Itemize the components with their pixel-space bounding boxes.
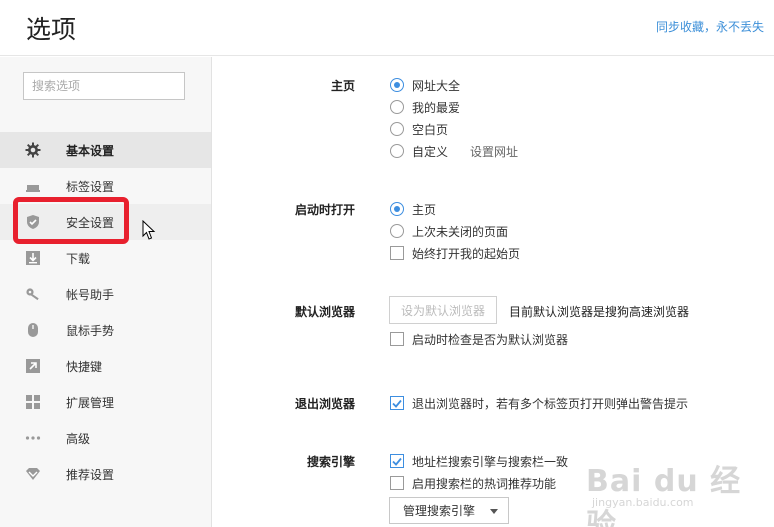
- tab-icon: [25, 178, 41, 194]
- radio-button[interactable]: [390, 122, 404, 136]
- heart-icon: [25, 466, 41, 482]
- sidebar-item-label: 帐号助手: [66, 288, 115, 302]
- sidebar-item-basic-settings[interactable]: 基本设置: [0, 132, 211, 168]
- more-dots-icon: [25, 430, 41, 446]
- checkbox[interactable]: [390, 476, 404, 490]
- check-default-on-start-checkbox[interactable]: 启动时检查是否为默认浏览器: [390, 330, 568, 348]
- highlight-annotation: [13, 197, 129, 244]
- homepage-option-favorites[interactable]: 我的最爱: [390, 98, 460, 116]
- sidebar-item-extensions[interactable]: 扩展管理: [0, 384, 211, 420]
- mouse-icon: [25, 322, 41, 338]
- default-browser-status: 目前默认浏览器是搜狗高速浏览器: [509, 305, 690, 319]
- cursor-arrow-icon: [142, 220, 156, 240]
- options-page: 选项 同步收藏，永不丢失 基本设置 标签设置 安全设置: [0, 0, 774, 527]
- page-title: 选项: [26, 15, 77, 44]
- radio-button[interactable]: [390, 202, 404, 216]
- sidebar-item-shortcuts[interactable]: 快捷键: [0, 348, 211, 384]
- radio-button[interactable]: [390, 224, 404, 238]
- sidebar-item-label: 鼠标手势: [66, 324, 115, 338]
- always-open-start-page-checkbox[interactable]: 始终打开我的起始页: [390, 244, 520, 262]
- search-engine-label: 搜索引擎: [306, 455, 355, 469]
- homepage-label: 主页: [330, 79, 355, 93]
- startup-option-homepage[interactable]: 主页: [390, 200, 436, 218]
- homepage-option-custom[interactable]: 自定义 设置网址: [390, 142, 518, 160]
- sync-address-bar-engine-checkbox[interactable]: 地址栏搜索引擎与搜索栏一致: [390, 452, 568, 470]
- set-url-link[interactable]: 设置网址: [470, 143, 518, 160]
- sidebar-item-label: 下载: [66, 252, 91, 266]
- checkbox[interactable]: [390, 332, 404, 346]
- radio-button[interactable]: [390, 100, 404, 114]
- checkbox[interactable]: [390, 396, 404, 410]
- extensions-grid-icon: [25, 394, 41, 410]
- sidebar-item-label: 快捷键: [66, 360, 103, 374]
- sidebar-item-advanced[interactable]: 高级: [0, 420, 211, 456]
- chevron-down-icon: [490, 509, 498, 514]
- watermark-logo: Bai du 经验 jingyan.baidu.com: [586, 464, 742, 527]
- exit-warning-checkbox[interactable]: 退出浏览器时，若有多个标签页打开则弹出警告提示: [390, 394, 688, 412]
- sidebar-item-label: 基本设置: [66, 144, 115, 158]
- sidebar-nav: 基本设置 标签设置 安全设置 下载 帐号助手 鼠标手势 快捷键 扩展管理 高级 …: [0, 132, 211, 492]
- sidebar-item-account-helper[interactable]: 帐号助手: [0, 276, 211, 312]
- startup-label: 启动时打开: [294, 203, 355, 217]
- default-browser-label: 默认浏览器: [294, 305, 355, 319]
- radio-button[interactable]: [390, 78, 404, 92]
- download-icon: [25, 250, 41, 266]
- sidebar-item-download[interactable]: 下载: [0, 240, 211, 276]
- sync-favorites-link[interactable]: 同步收藏，永不丢失: [656, 18, 764, 35]
- header: 选项 同步收藏，永不丢失: [0, 0, 774, 56]
- radio-button[interactable]: [390, 144, 404, 158]
- homepage-option-blank[interactable]: 空白页: [390, 120, 448, 138]
- hot-words-checkbox[interactable]: 启用搜索栏的热词推荐功能: [390, 474, 556, 492]
- checkbox[interactable]: [390, 246, 404, 260]
- exit-browser-label: 退出浏览器: [294, 397, 355, 411]
- sidebar-item-mouse-gestures[interactable]: 鼠标手势: [0, 312, 211, 348]
- key-icon: [25, 286, 41, 302]
- sidebar-item-label: 推荐设置: [66, 468, 115, 482]
- sidebar-item-label: 扩展管理: [66, 396, 115, 410]
- gear-icon: [25, 142, 41, 158]
- sidebar-item-label: 高级: [66, 432, 91, 446]
- manage-search-engines-dropdown[interactable]: 管理搜索引擎: [389, 497, 509, 524]
- startup-option-last-session[interactable]: 上次未关闭的页面: [390, 222, 508, 240]
- sidebar: 基本设置 标签设置 安全设置 下载: [0, 57, 212, 527]
- checkbox[interactable]: [390, 454, 404, 468]
- sidebar-item-recommended[interactable]: 推荐设置: [0, 456, 211, 492]
- search-input[interactable]: [23, 72, 185, 100]
- shortcut-arrow-icon: [25, 358, 41, 374]
- sidebar-item-label: 标签设置: [66, 180, 115, 194]
- homepage-option-nav-site[interactable]: 网址大全: [390, 76, 460, 94]
- set-default-browser-button[interactable]: 设为默认浏览器: [389, 296, 497, 324]
